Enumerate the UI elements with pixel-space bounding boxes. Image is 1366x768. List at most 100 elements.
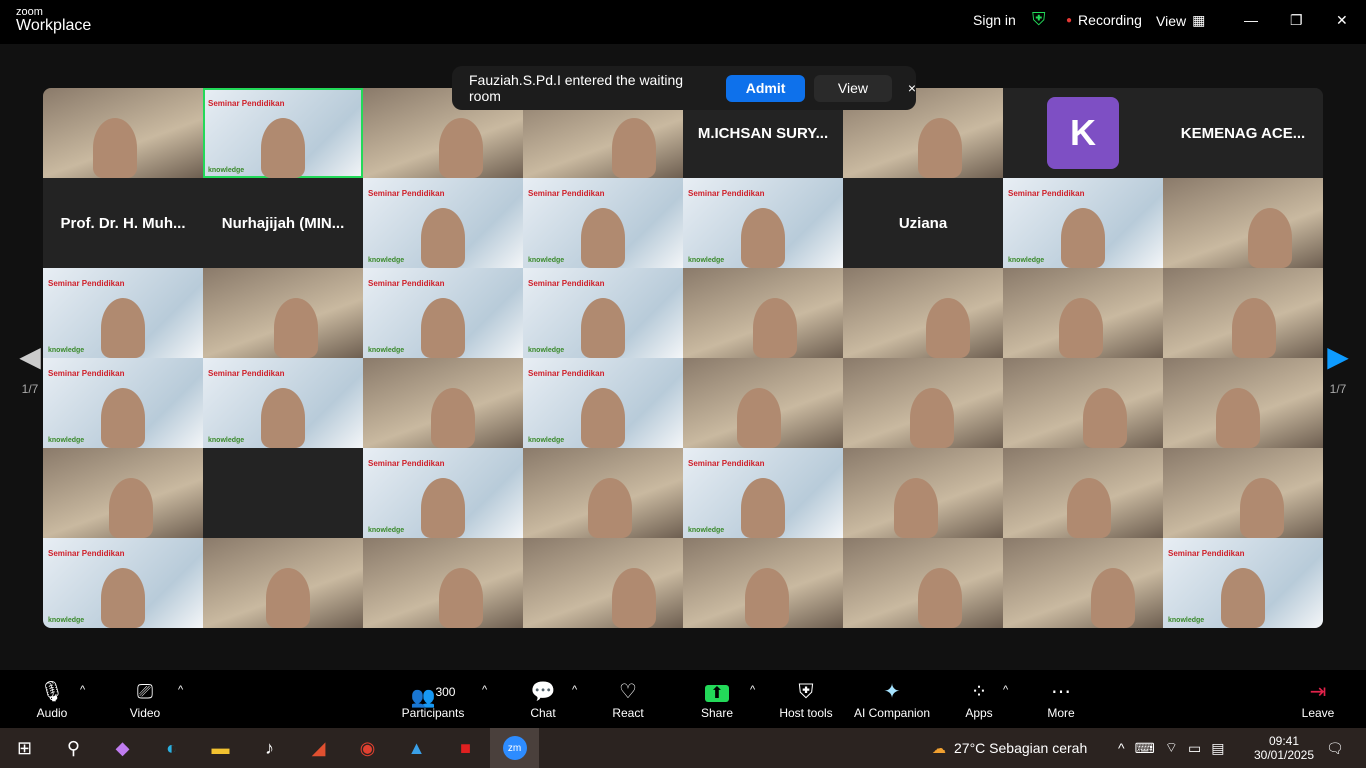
participant-tile[interactable] xyxy=(1163,448,1323,538)
participant-tile[interactable] xyxy=(1163,178,1323,268)
participant-tile[interactable] xyxy=(843,448,1003,538)
participant-tile[interactable]: Uziana xyxy=(843,178,1003,268)
more-icon: ⋯ xyxy=(1051,681,1071,703)
react-button[interactable]: ♡ React xyxy=(588,678,668,720)
app-icon[interactable]: ◢ xyxy=(294,728,343,768)
keyboard-icon[interactable]: ▤ xyxy=(1211,740,1224,757)
participants-options-chevron[interactable]: ^ xyxy=(482,684,487,696)
participant-tile[interactable]: Prof. Dr. H. Muh... xyxy=(43,178,203,268)
participant-video xyxy=(439,568,483,628)
participant-tile[interactable] xyxy=(1003,268,1163,358)
participant-tile[interactable]: Seminar Pendidikan knowledge xyxy=(523,358,683,448)
participant-tile[interactable] xyxy=(203,448,363,538)
participant-tile[interactable]: KEMENAG ACE... xyxy=(1163,88,1323,178)
chat-options-chevron[interactable]: ^ xyxy=(572,684,577,696)
copilot-icon[interactable]: ◆ xyxy=(98,728,147,768)
clock[interactable]: 09:41 30/01/2025 xyxy=(1254,728,1314,768)
avatar: K xyxy=(1047,97,1119,169)
windows-start-icon[interactable]: ⊞ xyxy=(0,728,49,768)
participant-tile[interactable]: Seminar Pendidikan knowledge xyxy=(203,88,363,178)
participant-video xyxy=(918,568,962,628)
photos-icon[interactable]: ▲ xyxy=(392,728,441,768)
slide-title: Seminar Pendidikan xyxy=(688,459,765,468)
participant-tile[interactable] xyxy=(683,268,843,358)
admit-button[interactable]: Admit xyxy=(726,74,806,102)
close-button[interactable]: ✕ xyxy=(1336,12,1348,29)
weather-widget[interactable]: ☁ 27°C Sebagian cerah xyxy=(932,728,1087,768)
participant-tile[interactable] xyxy=(1163,358,1323,448)
chat-button[interactable]: 💬 Chat xyxy=(503,678,583,720)
participant-tile[interactable] xyxy=(363,358,523,448)
notifications-icon[interactable]: 🗨 xyxy=(1326,728,1344,768)
video-options-chevron[interactable]: ^ xyxy=(178,684,183,696)
participant-tile[interactable]: Seminar Pendidikan knowledge xyxy=(683,178,843,268)
sign-in-button[interactable]: Sign in xyxy=(973,12,1016,28)
chrome-icon[interactable]: ◉ xyxy=(343,728,392,768)
participant-video xyxy=(745,568,789,628)
host-tools-button[interactable]: ⛨ Host tools xyxy=(766,678,846,720)
participant-tile[interactable] xyxy=(683,538,843,628)
more-button[interactable]: ⋯ More xyxy=(1021,678,1101,720)
participant-tile[interactable]: Seminar Pendidikan knowledge xyxy=(43,358,203,448)
participant-tile[interactable] xyxy=(1003,358,1163,448)
participant-tile[interactable] xyxy=(1003,448,1163,538)
participant-tile[interactable]: Seminar Pendidikan knowledge xyxy=(43,268,203,358)
share-options-chevron[interactable]: ^ xyxy=(750,684,755,696)
participant-tile[interactable]: Seminar Pendidikan knowledge xyxy=(363,178,523,268)
tiktok-icon[interactable]: ♪ xyxy=(245,728,294,768)
participant-tile[interactable] xyxy=(843,268,1003,358)
participant-tile[interactable] xyxy=(523,538,683,628)
chevron-up-icon[interactable]: ^ xyxy=(1118,740,1125,756)
prev-page-icon[interactable]: ◀ xyxy=(18,340,42,373)
participant-tile[interactable] xyxy=(203,538,363,628)
participant-tile[interactable]: Seminar Pendidikan knowledge xyxy=(523,268,683,358)
participants-button[interactable]: 👥300 Participants xyxy=(393,678,473,720)
participant-tile[interactable]: Seminar Pendidikan knowledge xyxy=(1163,538,1323,628)
wifi-icon[interactable]: ⌔ xyxy=(1165,739,1178,757)
zoom-taskbar-icon[interactable]: zm xyxy=(490,728,539,768)
pdf-reader-icon[interactable]: ■ xyxy=(441,728,490,768)
participant-tile[interactable]: Seminar Pendidikan knowledge xyxy=(683,448,843,538)
participant-tile[interactable]: Seminar Pendidikan knowledge xyxy=(1003,178,1163,268)
meet-icon[interactable]: ⌨ xyxy=(1135,740,1155,757)
edge-icon[interactable]: ◐ xyxy=(147,728,196,768)
participant-tile[interactable] xyxy=(43,448,203,538)
slide-brand: knowledge xyxy=(368,347,405,354)
participant-tile[interactable] xyxy=(203,268,363,358)
participant-tile[interactable]: Seminar Pendidikan knowledge xyxy=(523,178,683,268)
audio-options-chevron[interactable]: ^ xyxy=(80,684,85,696)
participant-tile[interactable]: Seminar Pendidikan knowledge xyxy=(203,358,363,448)
shield-icon[interactable]: ⛨ xyxy=(1032,9,1046,30)
participant-tile[interactable]: Seminar Pendidikan knowledge xyxy=(363,448,523,538)
video-button[interactable]: ⎚ Video xyxy=(105,678,185,720)
search-icon[interactable]: ⚲ xyxy=(49,728,98,768)
next-page-icon[interactable]: ▶ xyxy=(1326,340,1350,373)
leave-button[interactable]: ⇥ Leave xyxy=(1278,678,1358,720)
recording-indicator[interactable]: ● Recording xyxy=(1066,12,1142,28)
participant-tile[interactable] xyxy=(363,538,523,628)
participant-tile[interactable] xyxy=(843,538,1003,628)
participant-tile[interactable]: K xyxy=(1003,88,1163,178)
ai-companion-button[interactable]: ✦ AI Companion xyxy=(842,678,942,720)
close-notification-icon[interactable]: × xyxy=(908,80,916,96)
participant-video xyxy=(109,478,153,538)
participant-tile[interactable] xyxy=(1003,538,1163,628)
participant-tile[interactable]: Seminar Pendidikan knowledge xyxy=(363,268,523,358)
share-button[interactable]: ⬆ Share xyxy=(677,678,757,720)
view-button[interactable]: View ▦ xyxy=(1156,12,1205,29)
view-waiting-room-button[interactable]: View xyxy=(814,74,892,102)
restore-button[interactable]: ❐ xyxy=(1290,12,1303,29)
file-explorer-icon[interactable]: ▬ xyxy=(196,728,245,768)
participant-tile[interactable] xyxy=(1163,268,1323,358)
participant-video xyxy=(1221,568,1265,628)
participant-tile[interactable]: Seminar Pendidikan knowledge xyxy=(43,538,203,628)
battery-icon[interactable]: ▭ xyxy=(1188,740,1201,757)
participant-tile[interactable] xyxy=(843,358,1003,448)
slide-brand: knowledge xyxy=(1168,617,1205,624)
apps-options-chevron[interactable]: ^ xyxy=(1003,684,1008,696)
participant-tile[interactable] xyxy=(683,358,843,448)
participant-tile[interactable]: Nurhajijah (MIN... xyxy=(203,178,363,268)
participant-tile[interactable] xyxy=(523,448,683,538)
minimize-button[interactable]: — xyxy=(1244,12,1258,28)
participant-tile[interactable] xyxy=(43,88,203,178)
